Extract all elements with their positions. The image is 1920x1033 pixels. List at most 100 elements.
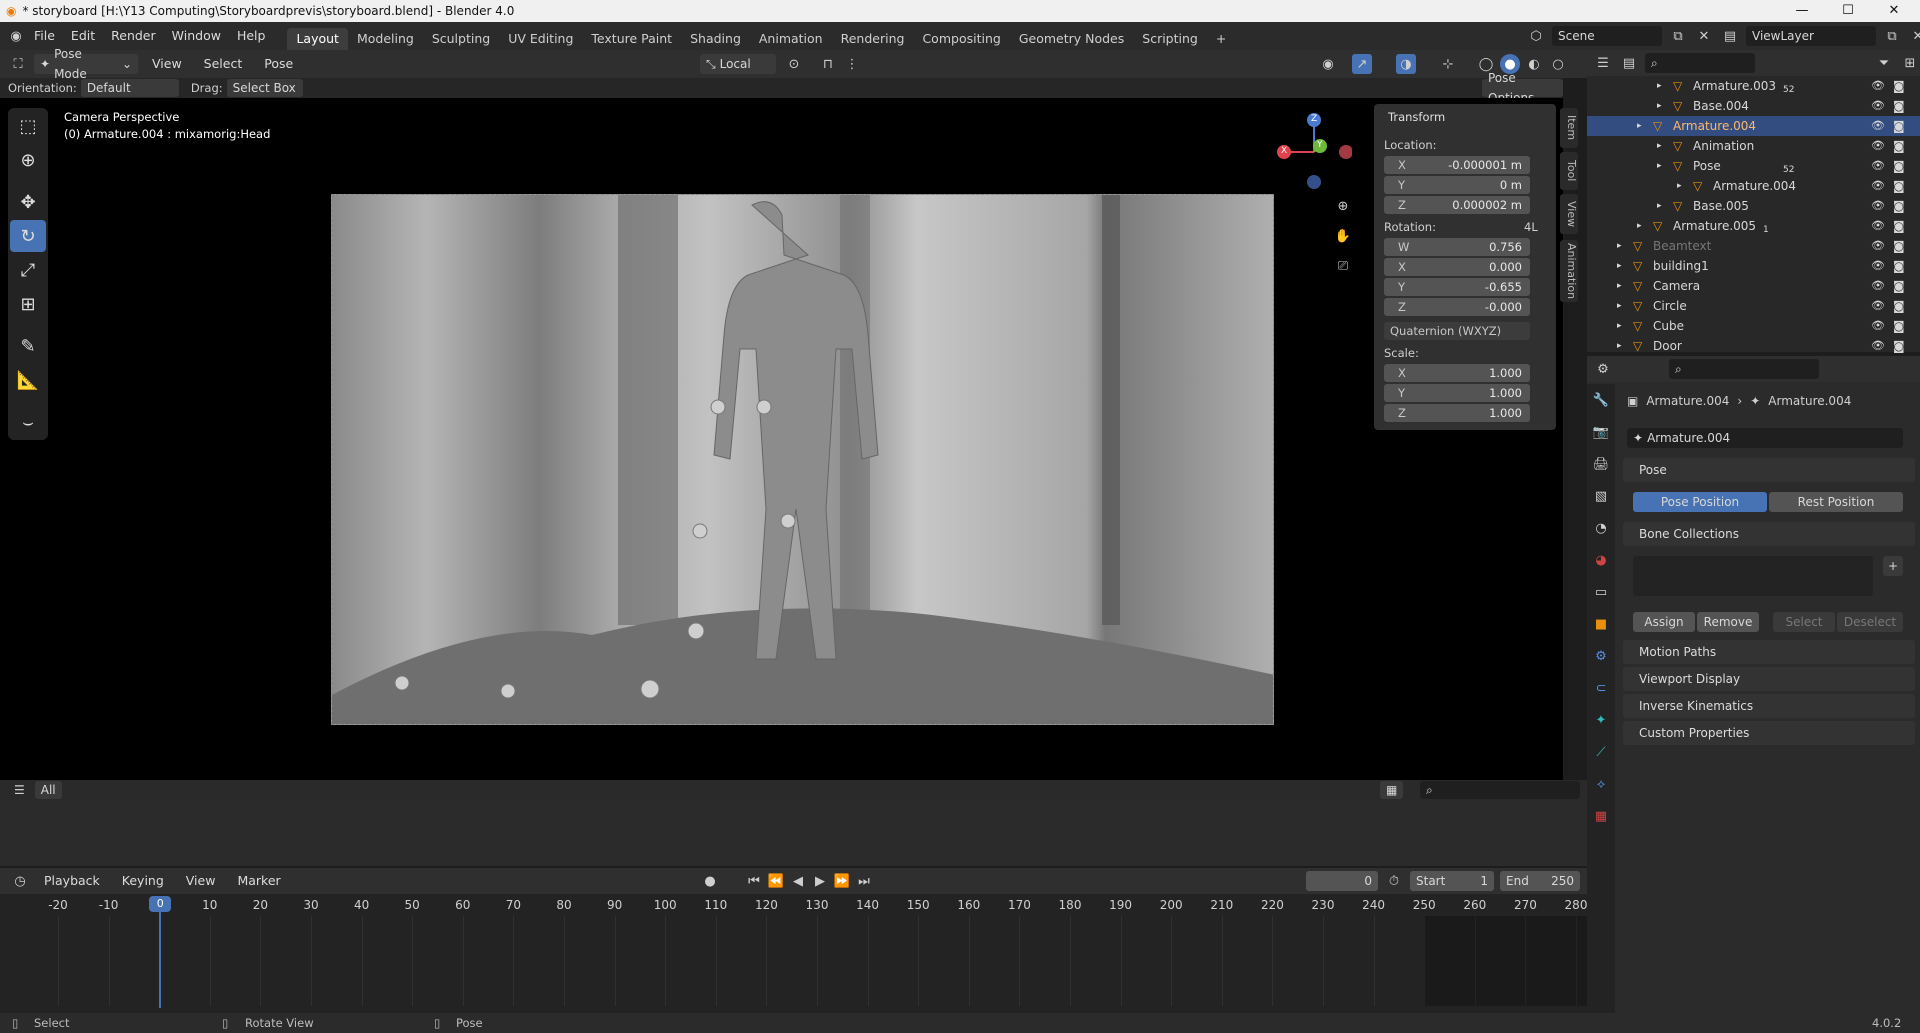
hamburger-icon[interactable]: ☰ xyxy=(14,783,25,797)
xray-icon[interactable]: ⊹ xyxy=(1438,54,1458,74)
transform-orientation-dropdown[interactable]: ⤡ Local xyxy=(700,54,776,74)
pose-options-dropdown[interactable]: Pose Options xyxy=(1482,71,1563,105)
tab-texture-paint[interactable]: Texture Paint xyxy=(582,28,681,50)
render-camera-icon[interactable]: ◙ xyxy=(1893,216,1905,236)
expand-arrow-icon[interactable]: ▸ xyxy=(1637,216,1642,236)
rotation-y-field[interactable]: Y -0.655 xyxy=(1384,278,1530,296)
render-camera-icon[interactable]: ◙ xyxy=(1893,76,1905,96)
current-frame-field[interactable]: 0 xyxy=(1306,871,1378,891)
inverse-kinematics-header[interactable]: Inverse Kinematics xyxy=(1623,694,1915,718)
filter-icon[interactable]: ⏷ xyxy=(1874,53,1894,73)
scale-x-field[interactable]: X 1.000 xyxy=(1384,364,1530,382)
blender-menu-icon[interactable]: ◉ xyxy=(6,26,26,46)
expand-arrow-icon[interactable]: ▸ xyxy=(1657,136,1662,156)
gizmo-toggle-icon[interactable]: ↗ xyxy=(1352,54,1372,74)
outliner-row[interactable]: ▸ ▽ Pose 52 👁 ◙ xyxy=(1587,156,1920,176)
delete-view-layer-icon[interactable]: ✕ xyxy=(1908,26,1920,46)
visibility-eye-icon[interactable]: 👁 xyxy=(1871,76,1885,96)
render-camera-icon[interactable]: ◙ xyxy=(1893,296,1905,316)
rotation-z-field[interactable]: Z -0.000 xyxy=(1384,298,1530,316)
visibility-eye-icon[interactable]: 👁 xyxy=(1871,256,1885,276)
outliner-editor-icon[interactable]: ☰ xyxy=(1593,53,1613,73)
outliner-row[interactable]: ▸ ▽ Cube 👁 ◙ xyxy=(1587,316,1920,336)
start-frame-field[interactable]: Start 1 xyxy=(1410,871,1494,891)
expand-arrow-icon[interactable]: ▸ xyxy=(1657,76,1662,96)
rotation-x-field[interactable]: X 0.000 xyxy=(1384,258,1530,276)
end-frame-field[interactable]: End 250 xyxy=(1500,871,1580,891)
expand-arrow-icon[interactable]: ▸ xyxy=(1677,176,1682,196)
delete-scene-icon[interactable]: ✕ xyxy=(1694,26,1714,46)
tool-tab-icon[interactable]: 🔧 xyxy=(1591,390,1611,410)
outliner-row[interactable]: ▸ ▽ Circle 👁 ◙ xyxy=(1587,296,1920,316)
play-reverse-icon[interactable]: ◀ xyxy=(788,871,808,891)
menu-view[interactable]: View xyxy=(144,50,190,78)
tab-modeling[interactable]: Modeling xyxy=(348,28,423,50)
new-collection-icon[interactable]: ⊞ xyxy=(1900,53,1920,73)
sidebar-tab-animation[interactable]: Animation xyxy=(1560,240,1578,302)
maximize-button[interactable]: ☐ xyxy=(1826,0,1870,22)
render-camera-icon[interactable]: ◙ xyxy=(1893,316,1905,336)
assign-button[interactable]: Assign xyxy=(1633,612,1695,632)
add-bone-collection-button[interactable]: + xyxy=(1883,556,1903,576)
output-tab-icon[interactable]: 🖨 xyxy=(1591,454,1611,474)
deselect-button[interactable]: Deselect xyxy=(1837,612,1903,632)
render-camera-icon[interactable]: ◙ xyxy=(1893,96,1905,116)
display-mode-icon[interactable]: ▤ xyxy=(1619,53,1639,73)
bone-relax-tool-icon[interactable]: ⌣ xyxy=(10,406,46,438)
outliner-row[interactable]: ▸ ▽ Animation 👁 ◙ xyxy=(1587,136,1920,156)
outliner-row[interactable]: ▸ ▽ Base.004 👁 ◙ xyxy=(1587,96,1920,116)
pivot-icon[interactable]: ⊙ xyxy=(784,54,804,74)
timeline-ruler[interactable]: -20 -10 0 10 20 30 40 50 60 70 80 90 100 110 120 130 140… xyxy=(0,894,1587,1016)
expand-arrow-icon[interactable]: ▸ xyxy=(1657,196,1662,216)
properties-search-input[interactable]: ⌕ xyxy=(1669,359,1819,379)
view-layer-field[interactable]: ViewLayer xyxy=(1746,26,1876,46)
dopesheet-search-input[interactable]: ⌕ xyxy=(1420,781,1580,799)
tab-sculpting[interactable]: Sculpting xyxy=(423,28,499,50)
rotation-w-field[interactable]: W 0.756 xyxy=(1384,238,1530,256)
outliner-row[interactable]: ▸ ▽ building1 👁 ◙ xyxy=(1587,256,1920,276)
visibility-eye-icon[interactable]: 👁 xyxy=(1871,116,1885,136)
menu-window[interactable]: Window xyxy=(164,22,229,50)
modifier-tab-icon[interactable]: ⚙ xyxy=(1591,646,1611,666)
outliner-row[interactable]: ▸ ▽ Armature.005 1 👁 ◙ xyxy=(1587,216,1920,236)
jump-start-icon[interactable]: ⏮ xyxy=(744,871,764,891)
select-button[interactable]: Select xyxy=(1773,612,1835,632)
cursor-tool-icon[interactable]: ⊕ xyxy=(10,144,46,176)
bone-constraint-tab-icon[interactable]: ⟡ xyxy=(1591,774,1611,794)
tab-layout[interactable]: Layout xyxy=(287,28,348,50)
render-camera-icon[interactable]: ◙ xyxy=(1893,336,1905,356)
render-tab-icon[interactable]: 📷 xyxy=(1591,422,1611,442)
transform-tool-icon[interactable]: ⊞ xyxy=(10,288,46,320)
render-camera-icon[interactable]: ◙ xyxy=(1893,276,1905,296)
orientation-dropdown[interactable]: Default xyxy=(80,79,179,97)
drag-dropdown[interactable]: Select Box xyxy=(226,79,303,97)
render-camera-icon[interactable]: ◙ xyxy=(1893,256,1905,276)
visibility-eye-icon[interactable]: 👁 xyxy=(1871,136,1885,156)
visibility-eye-icon[interactable]: 👁 xyxy=(1871,316,1885,336)
visibility-eye-icon[interactable]: 👁 xyxy=(1871,156,1885,176)
sidebar-tab-item[interactable]: Item xyxy=(1560,108,1578,148)
remove-button[interactable]: Remove xyxy=(1697,612,1759,632)
expand-arrow-icon[interactable]: ▸ xyxy=(1637,116,1642,136)
render-camera-icon[interactable]: ◙ xyxy=(1893,176,1905,196)
new-view-layer-icon[interactable]: ⧉ xyxy=(1882,26,1902,46)
render-camera-icon[interactable]: ◙ xyxy=(1893,196,1905,216)
expand-arrow-icon[interactable]: ▸ xyxy=(1657,96,1662,116)
scale-z-field[interactable]: Z 1.000 xyxy=(1384,404,1530,422)
rotate-tool-icon[interactable]: ↻ xyxy=(10,220,46,252)
outliner-search-input[interactable]: ⌕ xyxy=(1645,53,1755,73)
expand-arrow-icon[interactable]: ▸ xyxy=(1617,236,1622,256)
scene-field[interactable]: Scene xyxy=(1552,26,1662,46)
texture-tab-icon[interactable]: ▦ xyxy=(1591,806,1611,826)
editor-type-icon[interactable]: ⛶ xyxy=(8,54,28,74)
visibility-eye-icon[interactable]: 👁 xyxy=(1871,196,1885,216)
render-camera-icon[interactable]: ◙ xyxy=(1893,156,1905,176)
menu-pose[interactable]: Pose xyxy=(256,50,301,78)
location-y-field[interactable]: Y 0 m xyxy=(1384,176,1530,194)
render-camera-icon[interactable]: ◙ xyxy=(1893,116,1905,136)
close-button[interactable]: ✕ xyxy=(1872,0,1916,22)
outliner-row[interactable]: ▸ ▽ Camera 👁 ◙ xyxy=(1587,276,1920,296)
tab-rendering[interactable]: Rendering xyxy=(832,28,914,50)
world-tab-icon[interactable]: ◕ xyxy=(1591,550,1611,570)
outliner-row[interactable]: ▸ ▽ Armature.003 52 👁 ◙ xyxy=(1587,76,1920,96)
